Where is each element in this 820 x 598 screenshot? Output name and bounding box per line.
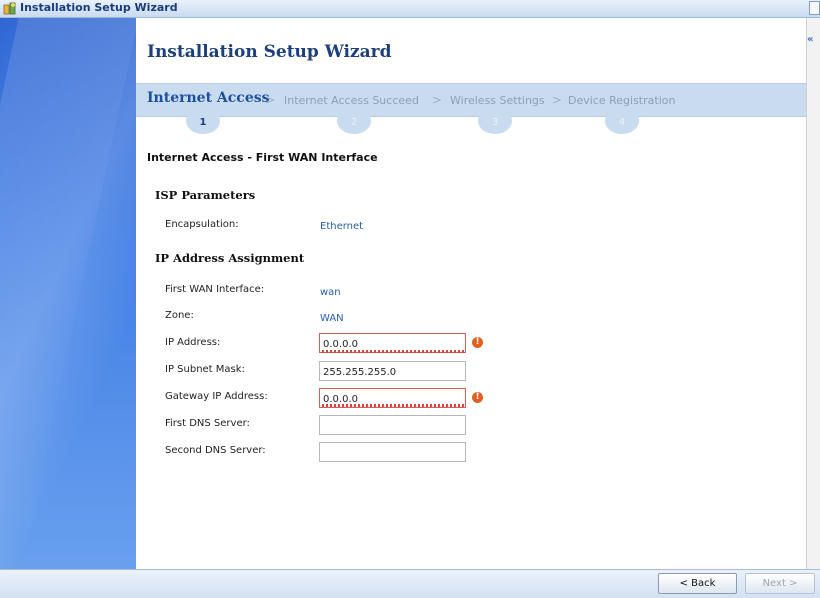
back-button[interactable]: < Back bbox=[658, 573, 737, 594]
gateway-label: Gateway IP Address: bbox=[165, 391, 268, 402]
first-wan-value: wan bbox=[320, 287, 341, 298]
step-wireless-settings: Wireless Settings bbox=[450, 94, 545, 107]
step-number-4: 4 bbox=[605, 108, 639, 134]
encapsulation-value: Ethernet bbox=[320, 221, 364, 232]
step-separator-icon: > bbox=[552, 93, 563, 107]
gateway-error-icon: ! bbox=[472, 392, 483, 403]
wizard-step-bar: Internet Access > Internet Access Succee… bbox=[136, 83, 806, 117]
step-separator-icon: > bbox=[432, 93, 443, 107]
zone-label: Zone: bbox=[165, 310, 194, 321]
isp-parameters-heading: ISP Parameters bbox=[155, 188, 256, 202]
ip-assignment-heading: IP Address Assignment bbox=[155, 251, 305, 265]
step-number-1: 1 bbox=[186, 108, 220, 134]
step-separator-icon: > bbox=[265, 93, 276, 107]
step-internet-access-succeed: Internet Access Succeed bbox=[284, 94, 419, 107]
second-dns-label: Second DNS Server: bbox=[165, 445, 266, 456]
collapse-panel-icon[interactable]: « bbox=[807, 34, 820, 50]
window-titlebar: Installation Setup Wizard bbox=[0, 0, 820, 18]
step-number-3: 3 bbox=[478, 108, 512, 134]
first-wan-label: First WAN Interface: bbox=[165, 284, 265, 295]
decorative-sidebar bbox=[0, 18, 136, 569]
step-device-registration: Device Registration bbox=[568, 94, 676, 107]
subnet-mask-label: IP Subnet Mask: bbox=[165, 364, 245, 375]
right-panel-strip bbox=[806, 18, 820, 569]
ip-address-error-underline bbox=[322, 350, 464, 353]
first-dns-input[interactable] bbox=[319, 415, 466, 435]
ip-address-error-icon: ! bbox=[472, 337, 483, 348]
window-control-button[interactable] bbox=[809, 1, 820, 15]
first-dns-label: First DNS Server: bbox=[165, 418, 250, 429]
section-title: Internet Access - First WAN Interface bbox=[147, 151, 378, 164]
next-button[interactable]: Next > bbox=[745, 573, 815, 594]
second-dns-input[interactable] bbox=[319, 442, 466, 462]
wizard-heading: Installation Setup Wizard bbox=[147, 42, 392, 62]
step-internet-access: Internet Access bbox=[147, 90, 270, 106]
subnet-mask-input[interactable] bbox=[319, 361, 466, 381]
ip-address-label: IP Address: bbox=[165, 337, 221, 348]
gateway-error-underline bbox=[322, 404, 464, 407]
encapsulation-label: Encapsulation: bbox=[165, 219, 239, 230]
step-number-2: 2 bbox=[337, 108, 371, 134]
zone-value: WAN bbox=[320, 313, 344, 324]
wizard-app-icon bbox=[3, 2, 16, 15]
window-title: Installation Setup Wizard bbox=[20, 1, 178, 14]
